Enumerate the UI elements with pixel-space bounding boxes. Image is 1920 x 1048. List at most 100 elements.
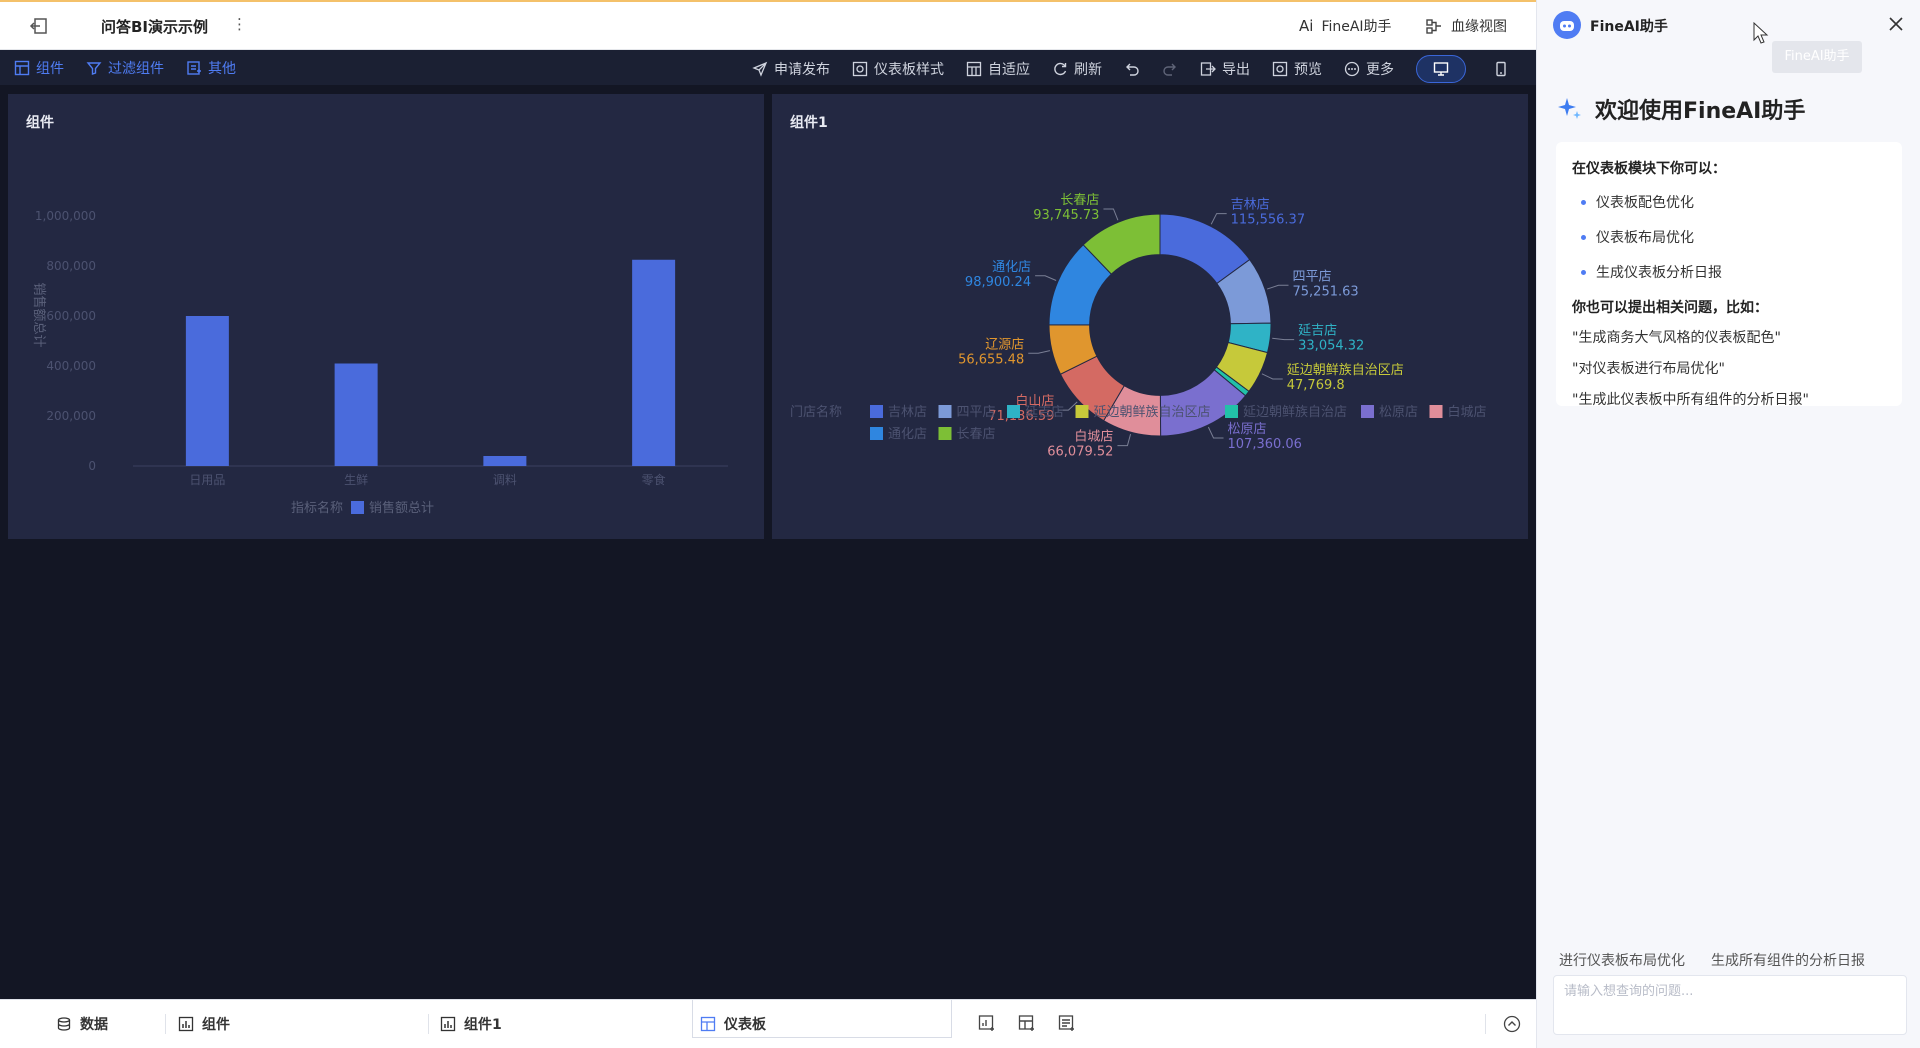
dashboard-canvas: 组件 销售额总计 0 200,000 400,000 600,000 800,000 1,… bbox=[0, 85, 1536, 999]
legend-label[interactable]: 延边朝鲜族自治区店 bbox=[1094, 404, 1211, 420]
mobile-view-button[interactable] bbox=[1476, 55, 1526, 83]
database-icon bbox=[57, 1017, 71, 1031]
slice-name-label: 延吉店 bbox=[1298, 324, 1337, 339]
data-tab[interactable]: 数据 bbox=[56, 1014, 108, 1034]
preview-label: 预览 bbox=[1294, 62, 1322, 78]
dashboard-title[interactable]: 问答BI演示示例 bbox=[101, 16, 208, 37]
dashboard-tab[interactable]: 仪表板 bbox=[700, 1014, 766, 1034]
add-report-icon[interactable] bbox=[1058, 1014, 1076, 1032]
bar[interactable] bbox=[185, 316, 229, 466]
bar[interactable] bbox=[483, 456, 527, 466]
preview-button[interactable]: 预览 bbox=[1272, 59, 1322, 79]
legend-swatch bbox=[870, 405, 883, 418]
x-tick-label: 生鲜 bbox=[344, 473, 368, 487]
capabilities-list: 仪表板配色优化 仪表板布局优化 生成仪表板分析日报 bbox=[1572, 192, 1886, 282]
welcome-heading: 欢迎使用FineAI助手 bbox=[1557, 93, 1805, 125]
slice-name-label: 吉林店 bbox=[1231, 198, 1270, 213]
fineai-assistant-label: FineAI助手 bbox=[1321, 19, 1392, 35]
suggestion-chip-layout[interactable]: 进行仪表板布局优化 bbox=[1551, 948, 1693, 972]
dashboard-style-button[interactable]: 仪表板样式 bbox=[852, 59, 944, 79]
adaptive-icon bbox=[966, 61, 982, 77]
redo-icon[interactable] bbox=[1162, 61, 1178, 77]
adaptive-button[interactable]: 自适应 bbox=[966, 59, 1030, 79]
label-leader-line bbox=[1261, 373, 1283, 380]
export-icon bbox=[1200, 62, 1216, 76]
legend-label[interactable]: 白城店 bbox=[1448, 404, 1487, 420]
export-label: 导出 bbox=[1222, 62, 1250, 78]
desktop-view-button[interactable] bbox=[1416, 55, 1466, 83]
slice-name-label: 松原店 bbox=[1228, 422, 1267, 437]
add-component-icon[interactable] bbox=[1018, 1014, 1036, 1032]
close-icon[interactable] bbox=[1887, 15, 1905, 33]
add-widget-icon[interactable] bbox=[978, 1014, 996, 1032]
other-widget-label: 其他 bbox=[208, 61, 236, 77]
export-button[interactable]: 导出 bbox=[1200, 59, 1250, 79]
slice-name-label: 长春店 bbox=[1060, 193, 1099, 208]
bar[interactable] bbox=[632, 259, 676, 466]
publish-request-button[interactable]: 申请发布 bbox=[752, 59, 830, 79]
fineai-header: FineAI助手 bbox=[1537, 0, 1920, 50]
y-tick-label: 600,000 bbox=[46, 309, 96, 323]
slice-name-label: 延边朝鲜族自治区店 bbox=[1287, 362, 1404, 378]
widget-tab-label: 组件 bbox=[202, 1017, 230, 1033]
lineage-view-label: 血缘视图 bbox=[1451, 19, 1507, 35]
legend-swatch bbox=[938, 427, 952, 440]
example-question[interactable]: "对仪表板进行布局优化" bbox=[1572, 358, 1886, 378]
legend-label[interactable]: 吉林店 bbox=[888, 405, 927, 420]
donut-chart-widget[interactable]: 组件1 吉林店 115,556.37 四平店 75,251.63 延吉店 33,054.3… bbox=[772, 94, 1528, 539]
legend-label[interactable]: 松原店 bbox=[1379, 405, 1418, 420]
dashboard-icon bbox=[700, 1016, 716, 1032]
slice-value-label: 93,745.73 bbox=[1033, 208, 1099, 223]
bar-chart-widget[interactable]: 组件 销售额总计 0 200,000 400,000 600,000 800,000 1,… bbox=[8, 94, 764, 539]
suggestion-chip-report[interactable]: 生成所有组件的分析日报 bbox=[1703, 948, 1873, 972]
capabilities-heading: 在仪表板模块下你可以： bbox=[1572, 161, 1726, 177]
y-tick-label: 400,000 bbox=[46, 359, 96, 373]
legend-swatch bbox=[1075, 405, 1089, 418]
publish-request-label: 申请发布 bbox=[774, 62, 830, 78]
legend-label[interactable]: 延边朝鲜族自治店 bbox=[1243, 404, 1347, 420]
refresh-button[interactable]: 刷新 bbox=[1052, 59, 1102, 79]
filter-widget-button[interactable]: 过滤组件 bbox=[86, 58, 164, 78]
more-options-icon[interactable]: ⋮ bbox=[232, 15, 247, 33]
bar[interactable] bbox=[334, 363, 378, 467]
lineage-view-link[interactable]: 血缘视图 bbox=[1425, 16, 1507, 36]
widget1-tab-label: 组件1 bbox=[464, 1017, 502, 1033]
legend-label[interactable]: 销售额总计 bbox=[369, 500, 434, 516]
dashboard-toolbar: 组件 过滤组件 其他 申请发布 仪表板样式 自适应 刷新 导出 预览 更多 bbox=[0, 50, 1536, 85]
widget1-tab[interactable]: 组件1 bbox=[440, 1014, 502, 1034]
desktop-icon bbox=[1433, 62, 1449, 76]
adaptive-label: 自适应 bbox=[988, 62, 1030, 78]
undo-icon[interactable] bbox=[1124, 61, 1140, 77]
bar-chart-icon bbox=[440, 1016, 456, 1032]
legend-label[interactable]: 延吉店 bbox=[1025, 405, 1064, 420]
question-input[interactable] bbox=[1554, 976, 1906, 1007]
legend-swatch bbox=[1007, 405, 1020, 418]
more-button[interactable]: 更多 bbox=[1344, 59, 1394, 79]
fineai-assistant-link[interactable]: Ai FineAI助手 bbox=[1299, 16, 1392, 36]
fineai-panel: FineAI助手 FineAI助手 欢迎使用FineAI助手 在仪表板模块下你可… bbox=[1536, 0, 1920, 1048]
other-widget-button[interactable]: 其他 bbox=[186, 58, 236, 78]
filter-icon bbox=[86, 62, 102, 75]
add-widget-button[interactable]: 组件 bbox=[14, 58, 64, 78]
sparkle-icon bbox=[1558, 98, 1581, 119]
slice-value-label: 47,769.8 bbox=[1287, 378, 1345, 393]
capability-item: 仪表板配色优化 bbox=[1572, 192, 1886, 212]
bar-chart: 销售额总计 0 200,000 400,000 600,000 800,000 1,000… bbox=[31, 209, 728, 516]
example-question[interactable]: "生成此仪表板中所有组件的分析日报" bbox=[1572, 389, 1886, 409]
widget-tab[interactable]: 组件 bbox=[178, 1014, 230, 1034]
question-input-box[interactable] bbox=[1553, 975, 1907, 1035]
example-question[interactable]: "生成商务大气风格的仪表板配色" bbox=[1572, 327, 1886, 347]
legend-label[interactable]: 四平店 bbox=[957, 405, 996, 420]
label-leader-line bbox=[1103, 208, 1119, 221]
slice-value-label: 56,655.48 bbox=[958, 352, 1024, 367]
label-leader-line bbox=[1210, 213, 1227, 225]
slice-value-label: 107,360.06 bbox=[1228, 437, 1302, 452]
legend-label[interactable]: 通化店 bbox=[888, 427, 927, 442]
x-tick-label: 零食 bbox=[642, 472, 666, 487]
label-leader-line bbox=[1272, 337, 1295, 341]
legend-label[interactable]: 长春店 bbox=[957, 427, 996, 442]
collapse-up-icon[interactable] bbox=[1503, 1015, 1521, 1033]
exit-icon[interactable] bbox=[28, 15, 50, 37]
legend-title: 门店名称 bbox=[790, 404, 842, 420]
label-leader-line bbox=[1207, 426, 1224, 439]
